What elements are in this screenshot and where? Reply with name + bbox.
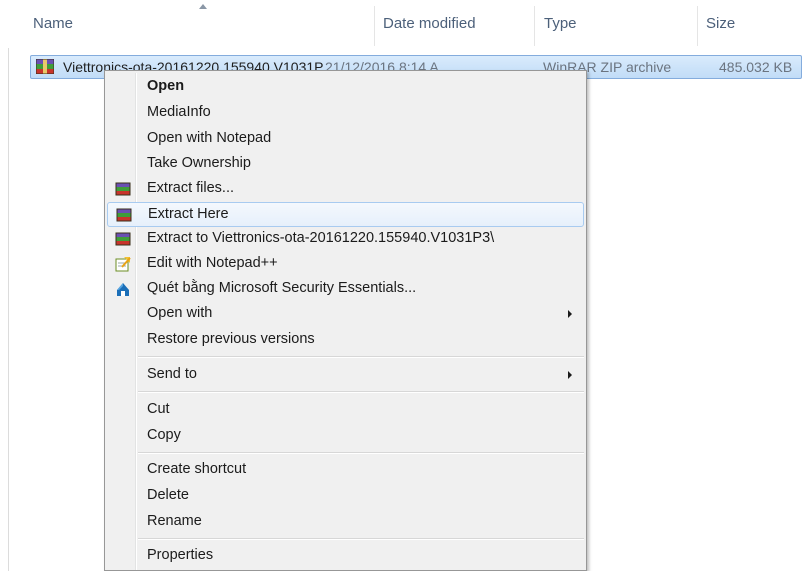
menu-item-label: Extract Here <box>148 206 229 222</box>
menu-item-label: Cut <box>147 401 170 417</box>
menu-item-take-ownership[interactable]: Take Ownership <box>107 152 584 177</box>
column-divider[interactable] <box>374 6 375 46</box>
menu-item-label: Copy <box>147 427 181 443</box>
menu-item-label: Delete <box>147 487 189 503</box>
menu-item-label: Quét bằng Microsoft Security Essentials.… <box>147 280 417 296</box>
menu-item-cut[interactable]: Cut <box>107 398 584 423</box>
menu-item-extract-to-folder[interactable]: Extract to Viettronics-ota-20161220.1559… <box>107 227 584 252</box>
menu-item-label: Open <box>147 78 185 94</box>
menu-item-label: Restore previous versions <box>147 331 315 347</box>
menu-item-label: Send to <box>147 366 197 382</box>
column-divider[interactable] <box>697 6 698 46</box>
file-size: 485.032 KB <box>719 59 793 75</box>
menu-item-label: Take Ownership <box>147 155 251 171</box>
column-name-header[interactable]: Name <box>33 15 73 32</box>
menu-item-properties[interactable]: Properties <box>107 544 584 569</box>
column-type-header[interactable]: Type <box>544 15 577 32</box>
menu-item-extract-files[interactable]: Extract files... <box>107 177 584 202</box>
menu-item-label: Open with <box>147 305 213 321</box>
menu-item-rename[interactable]: Rename <box>107 510 584 535</box>
column-size-header[interactable]: Size <box>706 15 735 32</box>
column-date-header[interactable]: Date modified <box>383 15 476 32</box>
menu-separator <box>138 356 584 358</box>
submenu-arrow-icon <box>568 310 572 318</box>
submenu-arrow-icon <box>568 371 572 379</box>
menu-separator <box>138 538 584 540</box>
column-divider[interactable] <box>534 6 535 46</box>
security-essentials-icon <box>117 283 129 296</box>
winrar-icon <box>115 232 131 246</box>
menu-item-restore-previous-versions[interactable]: Restore previous versions <box>107 328 584 353</box>
menu-item-create-shortcut[interactable]: Create shortcut <box>107 458 584 483</box>
winrar-archive-icon <box>36 59 54 74</box>
menu-separator <box>138 452 584 454</box>
menu-item-label: Properties <box>147 547 214 563</box>
winrar-icon <box>116 208 132 222</box>
winrar-icon <box>115 182 131 196</box>
menu-item-delete[interactable]: Delete <box>107 484 584 509</box>
pane-border <box>8 48 9 571</box>
menu-item-send-to[interactable]: Send to <box>107 363 584 388</box>
sort-up-icon <box>199 4 207 9</box>
menu-item-scan-security-essentials[interactable]: Quét bằng Microsoft Security Essentials.… <box>107 277 584 302</box>
menu-item-mediainfo[interactable]: MediaInfo <box>107 101 584 126</box>
menu-item-label: Open with Notepad <box>147 130 272 146</box>
menu-item-extract-here[interactable]: Extract Here <box>107 202 584 227</box>
menu-item-open-with-notepad[interactable]: Open with Notepad <box>107 127 584 152</box>
menu-item-label: MediaInfo <box>147 104 211 120</box>
menu-item-label: Extract to Viettronics-ota-20161220.1559… <box>147 230 495 246</box>
menu-item-label: Extract files... <box>147 180 235 196</box>
context-menu: Open MediaInfo Open with Notepad Take Ow… <box>104 70 587 571</box>
menu-item-label: Edit with Notepad++ <box>147 255 278 271</box>
notepad-plus-plus-icon <box>115 257 131 272</box>
menu-item-open-with[interactable]: Open with <box>107 302 584 327</box>
menu-item-open[interactable]: Open <box>107 75 584 100</box>
menu-separator <box>138 391 584 393</box>
menu-item-label: Rename <box>147 513 202 529</box>
menu-item-copy[interactable]: Copy <box>107 424 584 449</box>
menu-item-edit-with-notepad-plus-plus[interactable]: Edit with Notepad++ <box>107 252 584 277</box>
menu-item-label: Create shortcut <box>147 461 247 477</box>
column-header-bar: Name Date modified Type Size <box>0 0 802 50</box>
